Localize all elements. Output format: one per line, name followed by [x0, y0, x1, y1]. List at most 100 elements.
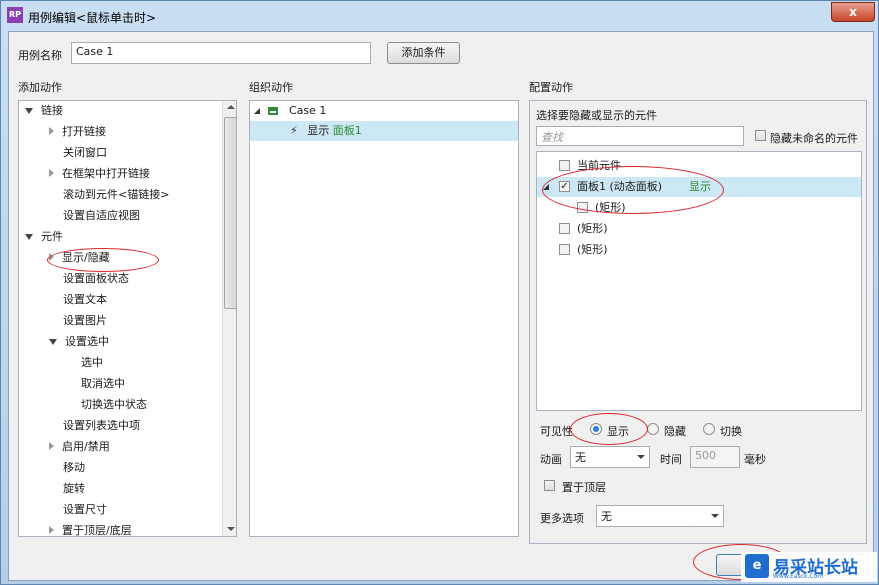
- action-tree-label: 设置选中: [65, 335, 109, 348]
- case-icon: [267, 107, 278, 115]
- hide-unnamed-checkbox[interactable]: [755, 130, 766, 141]
- visibility-toggle-radio[interactable]: [703, 423, 715, 435]
- action-tree-item[interactable]: 设置列表选中项: [63, 416, 140, 436]
- annotation-circle-panel: [542, 166, 724, 214]
- expand-icon[interactable]: [49, 169, 54, 177]
- expand-icon[interactable]: [49, 526, 54, 534]
- widget-row[interactable]: (矩形): [537, 240, 861, 260]
- action-tree-item[interactable]: 选中: [81, 353, 103, 373]
- action-tree-item[interactable]: 链接: [25, 101, 63, 121]
- expand-icon[interactable]: [49, 127, 54, 135]
- time-label: 时间: [660, 453, 682, 466]
- scroll-up-icon[interactable]: [227, 105, 235, 109]
- action-tree-item[interactable]: 置于顶层/底层: [49, 521, 132, 537]
- case-name-label: 用例名称: [18, 49, 62, 62]
- action-tree-item[interactable]: 设置尺寸: [63, 500, 107, 520]
- collapse-icon[interactable]: [49, 339, 57, 345]
- collapse-icon[interactable]: [25, 234, 33, 240]
- time-input[interactable]: 500: [690, 446, 740, 468]
- action-tree-item[interactable]: 打开链接: [49, 122, 106, 142]
- title-bar[interactable]: RP 用例编辑<鼠标单击时> x: [1, 1, 878, 31]
- action-tree-label: 设置图片: [63, 314, 107, 327]
- window-title: 用例编辑<鼠标单击时>: [28, 11, 157, 25]
- widget-search-input[interactable]: 查找: [536, 126, 744, 146]
- action-tree-item[interactable]: 启用/禁用: [49, 437, 110, 457]
- case-name-input[interactable]: Case 1: [71, 42, 371, 64]
- action-tree-item[interactable]: 取消选中: [81, 374, 125, 394]
- action-tree-label: 设置尺寸: [63, 503, 107, 516]
- organize-action-header: 组织动作: [249, 81, 293, 94]
- bring-to-front-checkbox[interactable]: [544, 480, 555, 491]
- scroll-down-icon[interactable]: [227, 527, 235, 531]
- hide-unnamed-label: 隐藏未命名的元件: [770, 132, 858, 145]
- visibility-hide-radio[interactable]: [647, 423, 659, 435]
- action-tree-item[interactable]: 设置图片: [63, 311, 107, 331]
- brand-watermark: e 易采站长站 Www.Easck.Com: [741, 552, 877, 582]
- action-tree-item[interactable]: 设置自适应视图: [63, 206, 140, 226]
- more-options-label: 更多选项: [540, 512, 584, 525]
- action-row-show-panel[interactable]: ⚡ 显示 面板1: [250, 121, 518, 141]
- chevron-down-icon: [637, 455, 645, 459]
- action-tree-label: 置于顶层/底层: [62, 524, 132, 537]
- widget-checkbox[interactable]: [559, 223, 570, 234]
- action-tree-label: 移动: [63, 461, 85, 474]
- configure-action-header: 配置动作: [529, 81, 573, 94]
- widget-row[interactable]: (矩形): [537, 219, 861, 239]
- action-tree-label: 元件: [41, 230, 63, 243]
- baidu-watermark: Bai: [672, 507, 712, 532]
- action-tree-label: 取消选中: [81, 377, 125, 390]
- organize-action-panel: Case 1 ⚡ 显示 面板1: [249, 100, 519, 537]
- chevron-down-icon: [711, 514, 719, 518]
- brand-url: Www.Easck.Com: [773, 573, 824, 580]
- action-tree-item[interactable]: 滚动到元件<锚链接>: [63, 185, 169, 205]
- action-tree-label: 关闭窗口: [63, 146, 107, 159]
- visibility-label: 可见性: [540, 425, 573, 438]
- action-tree-item[interactable]: 切换选中状态: [81, 395, 147, 415]
- expand-icon[interactable]: [254, 108, 260, 114]
- action-tree-item[interactable]: 设置选中: [49, 332, 109, 352]
- case-row[interactable]: Case 1: [254, 101, 516, 121]
- action-tree-item[interactable]: 旋转: [63, 479, 85, 499]
- more-options-value: 无: [601, 510, 612, 523]
- widget-checkbox[interactable]: [559, 160, 570, 171]
- widget-label: (矩形): [577, 222, 608, 235]
- brand-logo-icon: e: [745, 554, 769, 578]
- action-tree-label: 设置面板状态: [63, 272, 129, 285]
- expand-icon[interactable]: [49, 442, 54, 450]
- action-tree-item[interactable]: 元件: [25, 227, 63, 247]
- add-action-header: 添加动作: [18, 81, 62, 94]
- bring-to-front-label: 置于顶层: [562, 481, 606, 494]
- dialog-body: 用例名称 Case 1 添加条件 添加动作 组织动作 配置动作 链接打开链接关闭…: [8, 31, 874, 581]
- dialog-window: RP 用例编辑<鼠标单击时> x 用例名称 Case 1 添加条件 添加动作 组…: [0, 0, 879, 585]
- action-tree-item[interactable]: 设置面板状态: [63, 269, 129, 289]
- annotation-circle-show: [570, 413, 648, 445]
- action-tree-label: 设置文本: [63, 293, 107, 306]
- action-tree-scrollbar[interactable]: [222, 101, 236, 536]
- lightning-icon: ⚡: [290, 124, 298, 137]
- action-target: 面板1: [332, 124, 362, 137]
- action-tree-label: 启用/禁用: [62, 440, 110, 453]
- animation-select[interactable]: 无: [570, 446, 650, 468]
- add-condition-button[interactable]: 添加条件: [387, 42, 460, 64]
- animation-label: 动画: [540, 453, 562, 466]
- add-action-panel: 链接 打开链接 关闭窗口 在框架中打开链接 滚动到元件<锚链接> 设置自适应视图 元件 显示/…: [18, 100, 237, 537]
- action-tree-label: 设置列表选中项: [63, 419, 140, 432]
- action-tree-item[interactable]: 关闭窗口: [63, 143, 107, 163]
- action-tree-item[interactable]: 设置文本: [63, 290, 107, 310]
- collapse-icon[interactable]: [25, 108, 33, 114]
- visibility-toggle-label: 切换: [720, 425, 742, 438]
- close-button[interactable]: x: [831, 2, 875, 22]
- action-tree-label: 打开链接: [62, 125, 106, 138]
- action-tree-item[interactable]: 在框架中打开链接: [49, 164, 150, 184]
- action-tree-label: 滚动到元件<锚链接>: [63, 188, 170, 201]
- scroll-thumb[interactable]: [224, 117, 236, 309]
- widget-label: (矩形): [577, 243, 608, 256]
- annotation-circle-show-hide: [47, 248, 159, 272]
- action-tree-label: 设置自适应视图: [63, 209, 140, 222]
- action-tree-item[interactable]: 移动: [63, 458, 85, 478]
- widget-checkbox[interactable]: [559, 244, 570, 255]
- action-tree-label: 在框架中打开链接: [62, 167, 150, 180]
- configure-prompt: 选择要隐藏或显示的元件: [536, 109, 657, 122]
- action-tree-label: 切换选中状态: [81, 398, 147, 411]
- action-tree-label: 旋转: [63, 482, 85, 495]
